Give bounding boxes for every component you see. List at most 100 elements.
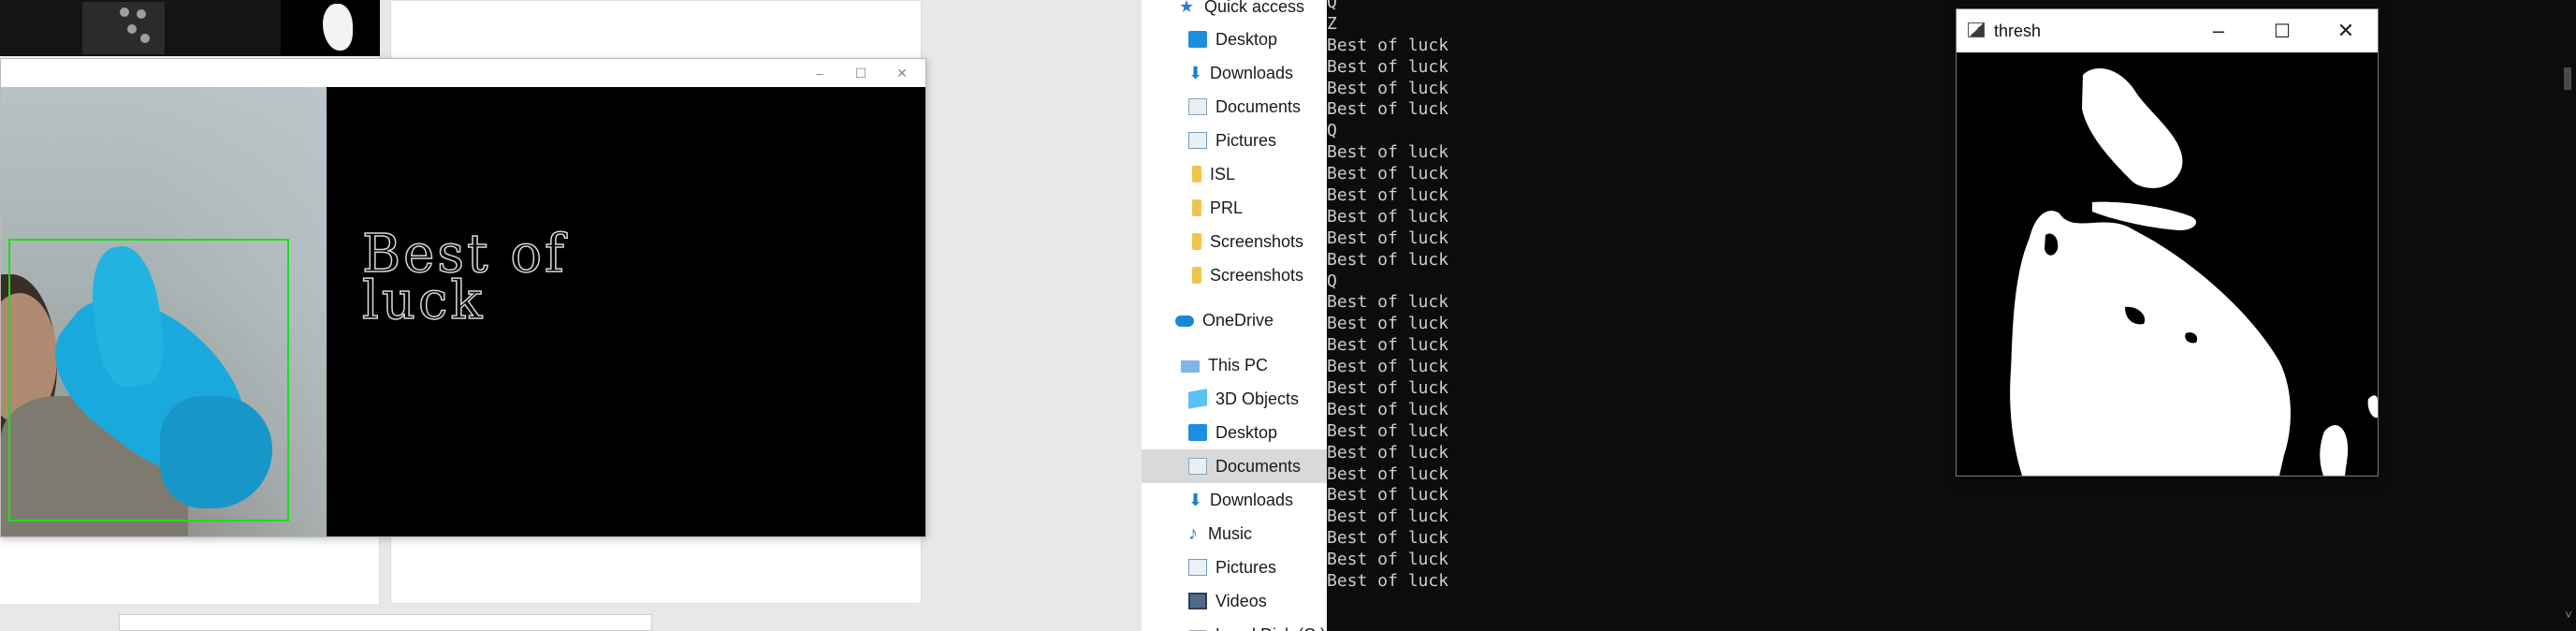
nav-item-label: Documents <box>1215 96 1302 116</box>
hand-roi-box <box>8 239 289 521</box>
maximize-button[interactable]: ☐ <box>2250 9 2314 52</box>
console-line: Best of luck <box>1327 35 1449 55</box>
console-line: Best of luck <box>1327 420 1449 441</box>
window-title: thresh <box>1994 22 2042 40</box>
star-icon: ★ <box>1179 0 1195 16</box>
nav-item-label: PRL <box>1210 198 1244 217</box>
console-line: Q <box>1327 0 1337 12</box>
scroll-down-icon[interactable]: ˅ <box>2562 609 2575 622</box>
console-line: Best of luck <box>1327 78 1449 98</box>
console-line: Q <box>1327 121 1337 141</box>
nav-item-label: Desktop <box>1215 29 1278 49</box>
nav-item[interactable]: Videos <box>1142 584 1327 618</box>
thumbnail-dot <box>127 24 137 34</box>
nav-item[interactable]: This PC <box>1142 348 1327 382</box>
console-line: Best of luck <box>1327 463 1449 484</box>
console-line: Z <box>1327 13 1337 34</box>
console-line: Best of luck <box>1327 314 1449 334</box>
console-line: Q <box>1327 271 1337 291</box>
camera-window-titlebar[interactable]: – ☐ ✕ <box>1 59 925 87</box>
minimize-button[interactable]: – <box>798 59 841 87</box>
console-scrollbar[interactable] <box>2559 0 2576 631</box>
nav-item[interactable]: Pictures <box>1142 124 1327 157</box>
console-line: Best of luck <box>1327 506 1449 527</box>
3d-objects-icon <box>1188 389 1207 409</box>
nav-item-label: Downloads <box>1210 490 1294 509</box>
cloud-icon <box>1175 316 1194 327</box>
nav-item[interactable]: Pictures <box>1142 550 1327 584</box>
nav-item-label: OneDrive <box>1202 310 1274 330</box>
console-line: Best of luck <box>1327 206 1449 227</box>
console-line: Best of luck <box>1327 292 1449 313</box>
pictures-icon <box>1188 559 1207 576</box>
console-line: Best of luck <box>1327 550 1449 570</box>
console-line: Best of luck <box>1327 335 1449 356</box>
pictures-icon <box>1188 132 1207 149</box>
nav-item-label: Local Disk (C:) <box>1215 625 1326 631</box>
nav-item[interactable]: Desktop <box>1142 416 1327 449</box>
nav-item-label: 3D Objects <box>1215 389 1300 408</box>
nav-item[interactable]: ⬇ Downloads <box>1142 483 1327 517</box>
thumbnail-blob <box>323 4 353 51</box>
nav-item-label: Videos <box>1215 591 1267 610</box>
console-line: Best of luck <box>1327 164 1449 184</box>
nav-item[interactable]: Documents <box>1142 90 1327 124</box>
nav-item[interactable]: 3D Objects <box>1142 382 1327 416</box>
thumbnail-dot <box>120 7 129 17</box>
folder-icon <box>1192 233 1201 250</box>
threshold-mask-image <box>1957 52 2378 476</box>
nav-item[interactable]: ISL <box>1142 157 1327 191</box>
minimize-button[interactable]: – <box>2187 9 2250 52</box>
nav-item[interactable]: Screenshots <box>1142 258 1327 292</box>
scrollbar-thumb[interactable] <box>2564 67 2571 90</box>
console-line: Best of luck <box>1327 185 1449 206</box>
console-window: Q Z Best of luck Best of luck Best of luck Be… <box>1327 0 2576 631</box>
console-line: Best of luck <box>1327 56 1449 77</box>
desktop-icon <box>1188 424 1207 441</box>
desktop-icon <box>1188 31 1207 48</box>
nav-item[interactable]: Documents <box>1142 449 1327 483</box>
nav-item-label: Quick access <box>1204 0 1305 16</box>
webcam-feed <box>1 87 327 536</box>
thumbnail-dot <box>140 34 150 43</box>
nav-item[interactable]: Screenshots <box>1142 225 1327 258</box>
nav-item-label: Pictures <box>1215 130 1277 150</box>
videos-icon <box>1188 593 1207 609</box>
thresh-window-titlebar[interactable]: thresh – ☐ ✕ <box>1957 9 2378 52</box>
maximize-button[interactable]: ☐ <box>839 59 882 87</box>
nav-item[interactable]: ★ Quick access <box>1142 0 1327 23</box>
thresh-window: thresh – ☐ ✕ <box>1956 8 2379 477</box>
console-line: Best of luck <box>1327 442 1449 462</box>
console-line: Best of luck <box>1327 485 1449 506</box>
documents-icon <box>1188 98 1207 115</box>
console-line: Best of luck <box>1327 142 1449 163</box>
console-line: Best of luck <box>1327 227 1449 248</box>
console-line: Best of luck <box>1327 528 1449 549</box>
close-button[interactable]: ✕ <box>880 59 924 87</box>
nav-item-label: Screenshots <box>1210 265 1304 285</box>
console-line: Best of luck <box>1327 378 1449 399</box>
nav-item-label: Documents <box>1215 456 1302 476</box>
folder-icon <box>1192 267 1201 284</box>
nav-item[interactable]: ⬇ Downloads <box>1142 56 1327 90</box>
nav-item[interactable]: Desktop <box>1142 22 1327 56</box>
predicted-text: Best of luck <box>361 224 567 331</box>
nav-item-label: Pictures <box>1215 557 1277 577</box>
prediction-output-panel: Best of luck <box>327 87 925 536</box>
nav-item[interactable]: PRL <box>1142 191 1327 225</box>
computer-icon <box>1181 360 1200 373</box>
nav-item-label: ISL <box>1210 164 1236 183</box>
nav-item-label: Music <box>1208 523 1253 543</box>
nav-item[interactable]: ♪ Music <box>1142 517 1327 550</box>
folder-icon <box>1192 166 1201 183</box>
console-line: Best of luck <box>1327 357 1449 377</box>
nav-item-label: Desktop <box>1215 422 1278 442</box>
nav-item[interactable]: Local Disk (C:) <box>1142 618 1327 631</box>
thumbnail-image <box>82 2 165 54</box>
console-line: Best of luck <box>1327 99 1449 120</box>
nav-item[interactable]: OneDrive <box>1142 303 1327 337</box>
close-button[interactable]: ✕ <box>2314 9 2378 52</box>
console-line: Best of luck <box>1327 571 1449 592</box>
documents-icon <box>1188 458 1207 475</box>
app-icon <box>1968 22 1985 37</box>
